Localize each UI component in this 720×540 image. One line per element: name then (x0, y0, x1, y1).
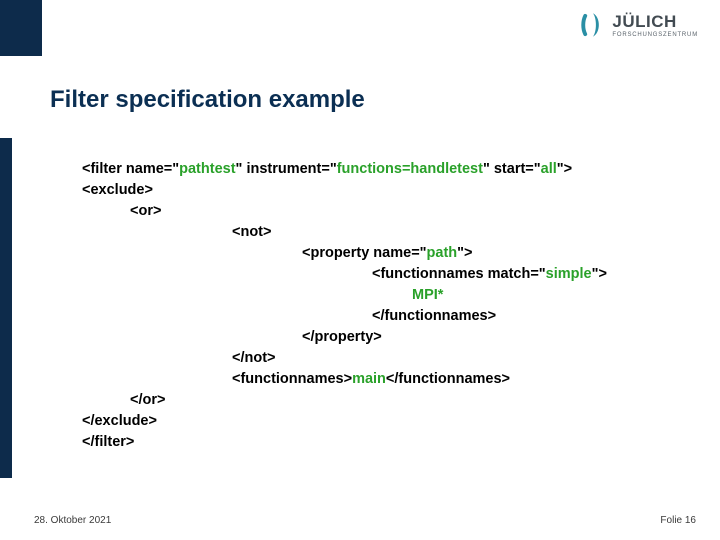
code-line: </or> (82, 390, 165, 411)
code-line: <functionnames match="simple"> (82, 264, 607, 285)
brand-name: JÜLICH (612, 13, 698, 30)
code-block: <filter name="pathtest" instrument="func… (82, 138, 682, 453)
code-line: <property name="path"> (82, 243, 473, 264)
header-accent-block (0, 0, 42, 56)
code-line: <exclude> (82, 182, 153, 198)
brand-text: JÜLICH FORSCHUNGSZENTRUM (612, 13, 698, 38)
code-line: MPI* (82, 285, 443, 306)
code-line: </property> (82, 327, 382, 348)
code-line: </exclude> (82, 413, 157, 429)
code-line: <or> (82, 201, 161, 222)
page-title: Filter specification example (50, 86, 365, 114)
code-line: </filter> (82, 434, 134, 450)
brand-subtitle: FORSCHUNGSZENTRUM (612, 32, 698, 38)
juelich-logo-icon (580, 12, 606, 38)
code-line: </not> (82, 348, 276, 369)
footer-date: 28. Oktober 2021 (34, 515, 111, 526)
code-line: <not> (82, 222, 271, 243)
side-accent-bar (0, 138, 12, 478)
brand-logo: JÜLICH FORSCHUNGSZENTRUM (580, 12, 698, 38)
code-line: <functionnames>main</functionnames> (82, 369, 510, 390)
code-line: </functionnames> (82, 306, 496, 327)
code-line: <filter name="pathtest" instrument="func… (82, 161, 572, 177)
header: JÜLICH FORSCHUNGSZENTRUM (0, 0, 720, 56)
footer-page-number: Folie 16 (660, 515, 696, 526)
